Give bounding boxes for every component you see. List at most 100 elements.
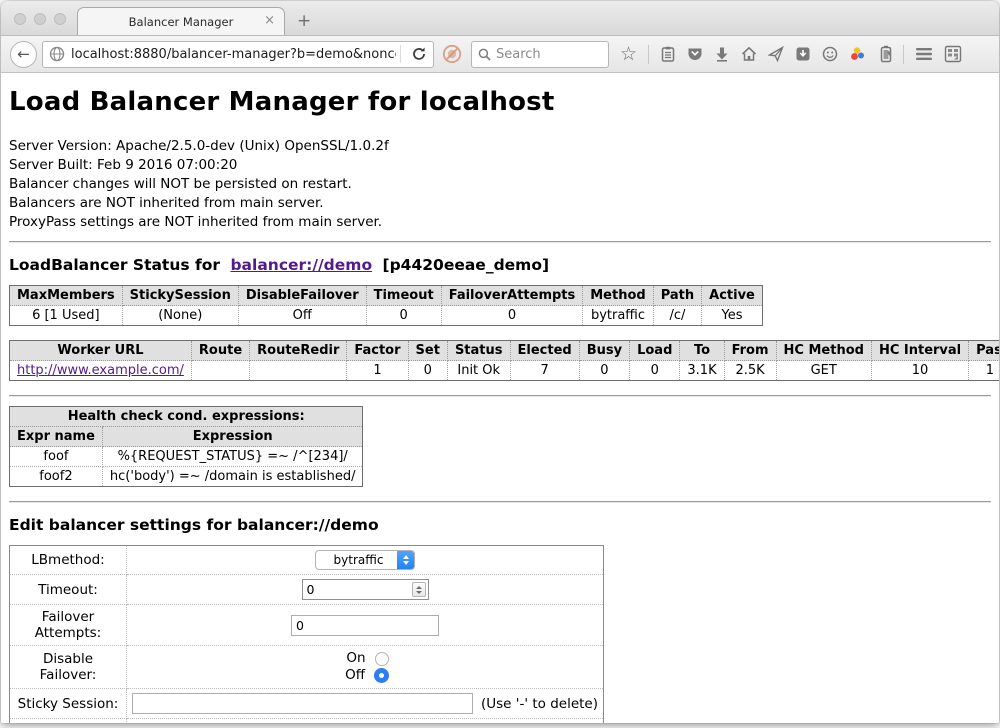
col-timeout: Timeout [366,286,441,306]
cell-worker-url: http://www.example.com/ [10,361,192,381]
failover-attempts-label: Failover Attempts: [10,605,127,646]
select-stepper-icon [397,550,414,570]
col-routeredir: RouteRedir [250,341,347,361]
chevron-down-icon[interactable]: ▾ [887,49,892,59]
form-row-timeout: Timeout: [10,575,604,605]
table-row: foof %{REQUEST_STATUS} =~ /^[234]/ [10,447,363,467]
toolbar-icons: ☆ [620,45,962,64]
content-block-icon[interactable] [442,44,462,64]
health-check-title: Health check cond. expressions: [10,407,363,427]
balancer-demo-link[interactable]: balancer://demo [230,256,372,274]
edit-settings-heading: Edit balancer settings for balancer://de… [9,516,999,534]
col-disablefailover: DisableFailover [238,286,366,306]
inherit-note-line: Balancers are NOT inherited from main se… [9,194,999,213]
section-divider [9,395,991,397]
col-stickysession: StickySession [122,286,238,306]
col-elected: Elected [510,341,579,361]
pocket-icon[interactable] [687,46,703,62]
url-bar[interactable] [42,41,434,68]
cell-to: 3.1K [680,361,724,381]
table-header-row: MaxMembers StickySession DisableFailover… [10,286,763,306]
disable-failover-on-radio[interactable] [375,652,389,666]
sticky-session-label: Sticky Session: [10,689,127,719]
table-row: 6 [1 Used] (None) Off 0 0 bytraffic /c/ … [10,306,763,326]
cell-factor: 1 [347,361,408,381]
tab-close-icon[interactable]: × [264,14,275,27]
cell-timeout: 0 [366,306,441,326]
cell-maxmembers: 6 [1 Used] [10,306,123,326]
col-method: Method [583,286,653,306]
section-divider [9,241,991,243]
bookmark-star-icon[interactable]: ☆ [620,45,637,64]
toolbar-separator [903,45,904,64]
col-active: Active [702,286,763,306]
cell-expr-name: foof [10,447,103,467]
form-row-add-worker: Add New Worker: Are you sure? [10,719,604,724]
close-window-button[interactable] [14,13,26,25]
zoom-window-button[interactable] [54,13,66,25]
sticky-session-hint: (Use '-' to delete) [481,696,598,712]
cell-passes: 1 (0) [969,361,999,381]
form-row-sticky-session: Sticky Session: (Use '-' to delete) [10,689,604,719]
col-hc-interval: HC Interval [871,341,968,361]
table-row: http://www.example.com/ 1 0 Init Ok 7 0 … [10,361,1000,381]
search-input[interactable] [496,47,602,62]
cell-from: 2.5K [724,361,776,381]
cell-expression: %{REQUEST_STATUS} =~ /^[234]/ [102,447,363,467]
minimize-window-button[interactable] [34,13,46,25]
navigation-toolbar: ← ☆ [1,36,999,73]
col-expression: Expression [102,427,363,447]
health-check-table: Health check cond. expressions: Expr nam… [9,406,363,487]
cell-expression: hc('body') =~ /domain is established/ [102,467,363,487]
worker-url-link[interactable]: http://www.example.com/ [17,363,184,378]
cell-load: 0 [630,361,680,381]
cell-hc-method: GET [776,361,871,381]
sticky-session-input[interactable] [132,693,473,714]
reading-list-icon[interactable] [660,46,676,62]
search-bar[interactable] [471,41,609,68]
failover-attempts-input[interactable] [291,615,439,636]
cell-status: Init Ok [447,361,510,381]
cell-method: bytraffic [583,306,653,326]
col-expr-name: Expr name [10,427,103,447]
timeout-input[interactable] [302,579,429,600]
menu-hamburger-icon[interactable] [915,47,933,61]
device-battery-group[interactable]: ▾ [878,45,892,63]
col-failoverattempts: FailoverAttempts [441,286,583,306]
cell-set: 0 [408,361,447,381]
chat-smiley-icon[interactable] [822,46,838,62]
site-identity-globe-icon[interactable] [49,46,65,62]
worker-status-table: Worker URL Route RouteRedir Factor Set S… [9,340,999,381]
panel-download-icon[interactable] [795,46,811,62]
send-plane-icon[interactable] [768,46,784,62]
server-version-line: Server Version: Apache/2.5.0-dev (Unix) … [9,137,999,156]
col-maxmembers: MaxMembers [10,286,123,306]
page-title: Load Balancer Manager for localhost [9,87,999,117]
url-input[interactable] [71,47,396,62]
col-passes: Passes [969,341,999,361]
reload-icon[interactable] [411,46,427,62]
new-tab-button[interactable]: + [297,11,311,31]
back-button[interactable]: ← [10,41,37,68]
col-to: To [680,341,724,361]
lbmethod-select[interactable]: bytraffic [315,550,416,570]
lbmethod-selected-value: bytraffic [316,553,398,567]
home-icon[interactable] [741,46,757,62]
col-status: Status [447,341,510,361]
disable-failover-off-radio[interactable] [374,668,389,683]
search-icon [478,48,491,61]
proxypass-note-line: ProxyPass settings are NOT inherited fro… [9,213,999,232]
downloads-icon[interactable] [714,46,730,62]
cell-hc-interval: 10 [871,361,968,381]
tab-balancer-manager[interactable]: Balancer Manager × [77,7,285,35]
timeout-label: Timeout: [10,575,127,605]
col-worker-url: Worker URL [10,341,192,361]
tiles-grid-icon[interactable] [944,45,962,63]
radio-on-label: On [342,650,366,667]
col-hc-method: HC Method [776,341,871,361]
cell-path: /c/ [653,306,701,326]
colored-dots-extension-icon[interactable] [849,45,867,63]
cell-routeredir [250,361,347,381]
cell-failoverattempts: 0 [441,306,583,326]
number-stepper-icon[interactable] [412,582,426,597]
